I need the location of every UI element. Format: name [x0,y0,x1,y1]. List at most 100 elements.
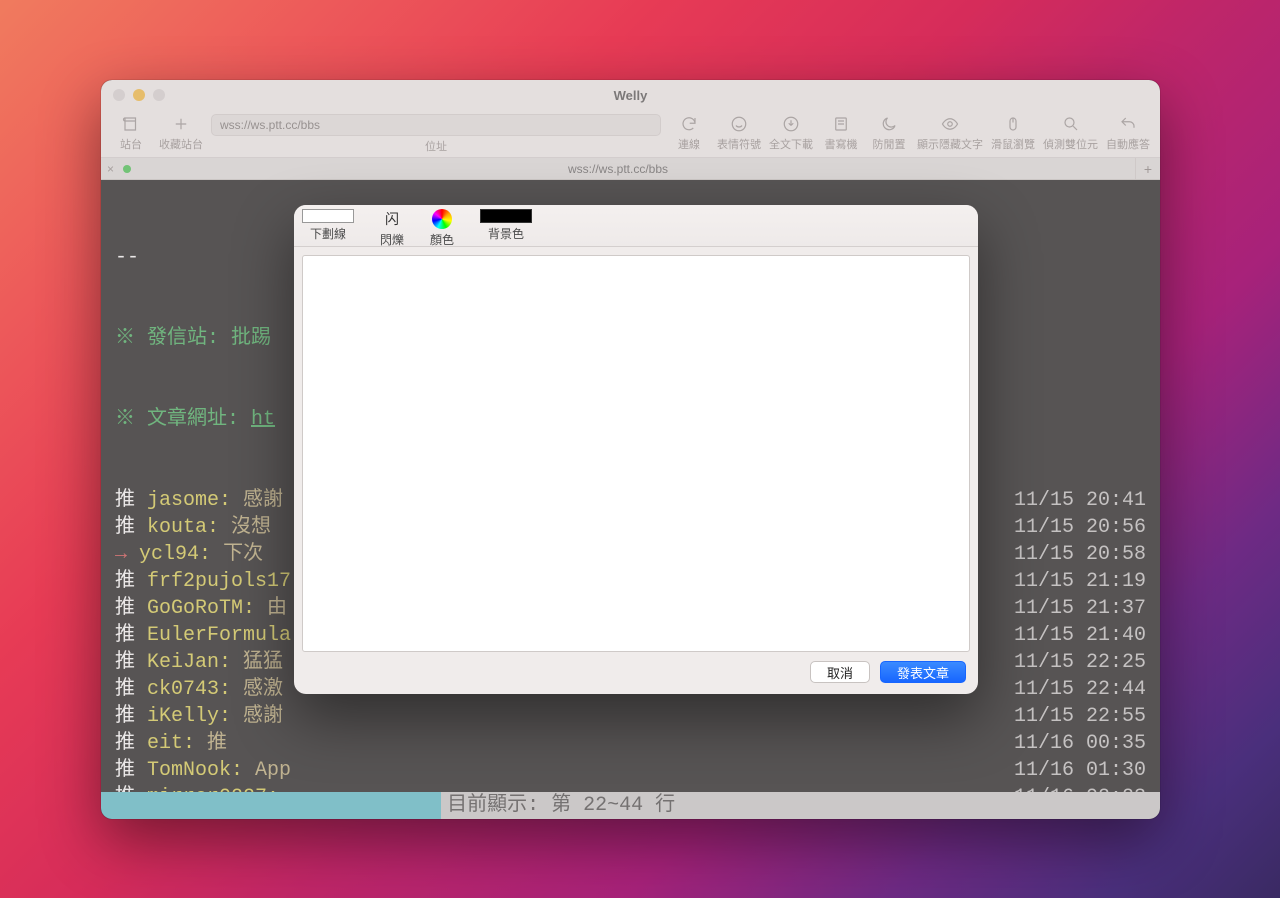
window-controls [113,89,165,101]
terminal-line: ※ 發信站: 批踢 [115,325,271,352]
timestamp: 11/15 21:40 [1014,622,1146,649]
toolbar-label: 站台 [120,136,142,152]
bgcolor-tool[interactable]: 背景色 [480,209,532,242]
user-name: TomNook [147,757,231,784]
bookmark-button[interactable]: 收藏站台 [159,114,203,152]
tab-label: wss://ws.ptt.cc/bbs [568,162,668,176]
timestamp: 11/15 20:56 [1014,514,1146,541]
push-marker: 推 [115,568,135,595]
magnifier-icon [1062,114,1080,134]
toolbar-label: 顯示隱藏文字 [917,136,983,152]
tab-bbs[interactable]: × wss://ws.ptt.cc/bbs [101,158,1136,179]
submit-button[interactable]: 發表文章 [880,661,966,683]
toolbar: 站台 收藏站台 位址 連線 表情符號 全文下載 書寫機 防閒置 [101,110,1160,158]
tool-label: 顏色 [430,231,454,248]
colon: : [231,757,243,784]
status-dot-icon [123,165,131,173]
user-name: kouta [147,514,207,541]
close-tab-icon[interactable]: × [107,162,114,176]
close-window-button[interactable] [113,89,125,101]
mouse-icon [1004,114,1022,134]
colon: : [219,703,231,730]
user-name: jasome [147,487,219,514]
push-marker: 推 [115,649,135,676]
underline-tool[interactable]: 下劃線 [302,209,354,242]
push-marker: 推 [115,676,135,703]
emoticon-button[interactable]: 表情符號 [717,114,761,152]
autoreply-button[interactable]: 自動應答 [1106,114,1150,152]
timestamp: 11/16 01:30 [1014,757,1146,784]
smile-icon [730,114,748,134]
user-name: frf2pujols17 [147,568,291,595]
message-text: 感謝 [231,487,283,514]
plus-icon [172,114,190,134]
message-text: 感激 [231,676,283,703]
showhidden-button[interactable]: 顯示隱藏文字 [917,114,983,152]
colon: : [219,649,231,676]
timestamp: 11/15 20:41 [1014,487,1146,514]
tool-label: 下劃線 [310,225,346,242]
tool-label: 閃爍 [380,231,404,248]
address-input[interactable] [211,114,661,136]
tool-label: 背景色 [488,225,524,242]
message-text: 猛猛 [231,649,283,676]
color-tool[interactable]: 顏色 [430,209,454,248]
terminal-row: 推 eit: 推 11/16 00:35 [115,730,1146,757]
refresh-icon [680,114,698,134]
underline-swatch-icon [302,209,354,223]
download-button[interactable]: 全文下載 [769,114,813,152]
compose-sheet: 下劃線 闪 閃爍 顏色 背景色 取消 發表文章 [294,205,978,694]
reply-icon [1119,114,1137,134]
mousebrowse-button[interactable]: 滑鼠瀏覽 [991,114,1035,152]
sheet-toolbar: 下劃線 闪 閃爍 顏色 背景色 [294,205,978,247]
compose-textarea[interactable] [302,255,970,652]
push-marker: 推 [115,757,135,784]
window-title: Welly [614,88,648,103]
terminal-line: ※ 文章網址: ht [115,406,275,433]
message-text: 感謝 [231,703,283,730]
eye-icon [941,114,959,134]
timestamp: 11/15 21:37 [1014,595,1146,622]
push-marker: 推 [115,622,135,649]
compose-icon [832,114,850,134]
toolbar-label: 連線 [678,136,700,152]
status-bar: 瀏覽 第 2/3 頁 ( 69%) 目前顯示: 第 22~44 行 (y)回應(… [101,792,1160,819]
sheet-actions: 取消 發表文章 [294,658,978,694]
push-marker: 推 [115,487,135,514]
titlebar: Welly [101,80,1160,110]
detectdbl-button[interactable]: 偵測雙位元 [1043,114,1098,152]
colon: : [183,730,195,757]
timestamp: 11/15 21:19 [1014,568,1146,595]
user-name: ck0743 [147,676,219,703]
user-name: EulerFormula [147,622,291,649]
moon-icon [880,114,898,134]
terminal-row: 推 iKelly: 感謝11/15 22:55 [115,703,1146,730]
compose-button[interactable]: 書寫機 [821,114,861,152]
new-tab-button[interactable]: + [1136,158,1160,179]
message-text: 沒想 [219,514,271,541]
blink-tool[interactable]: 闪 閃爍 [380,209,404,248]
reconnect-button[interactable]: 連線 [669,114,709,152]
tab-bar: × wss://ws.ptt.cc/bbs + [101,158,1160,180]
sites-button[interactable]: 站台 [111,114,151,152]
timestamp: 11/15 22:44 [1014,676,1146,703]
zoom-window-button[interactable] [153,89,165,101]
cancel-button[interactable]: 取消 [810,661,870,683]
timestamp: 11/16 00:35 [1014,730,1146,757]
color-wheel-icon [432,209,452,229]
timestamp: 11/15 20:58 [1014,541,1146,568]
push-marker: 推 [115,730,135,757]
user-name: eit [147,730,183,757]
message-text: App [243,757,291,784]
colon: : [199,541,211,568]
toolbar-label: 滑鼠瀏覽 [991,136,1035,152]
user-name: iKelly [147,703,219,730]
antiidle-button[interactable]: 防閒置 [869,114,909,152]
toolbar-label: 偵測雙位元 [1043,136,1098,152]
message-text: 推 [195,730,227,757]
user-name: ycl94 [139,541,199,568]
message-text: 由 [255,595,287,622]
toolbar-label: 收藏站台 [159,136,203,152]
toolbar-label: 書寫機 [825,136,858,152]
minimize-window-button[interactable] [133,89,145,101]
